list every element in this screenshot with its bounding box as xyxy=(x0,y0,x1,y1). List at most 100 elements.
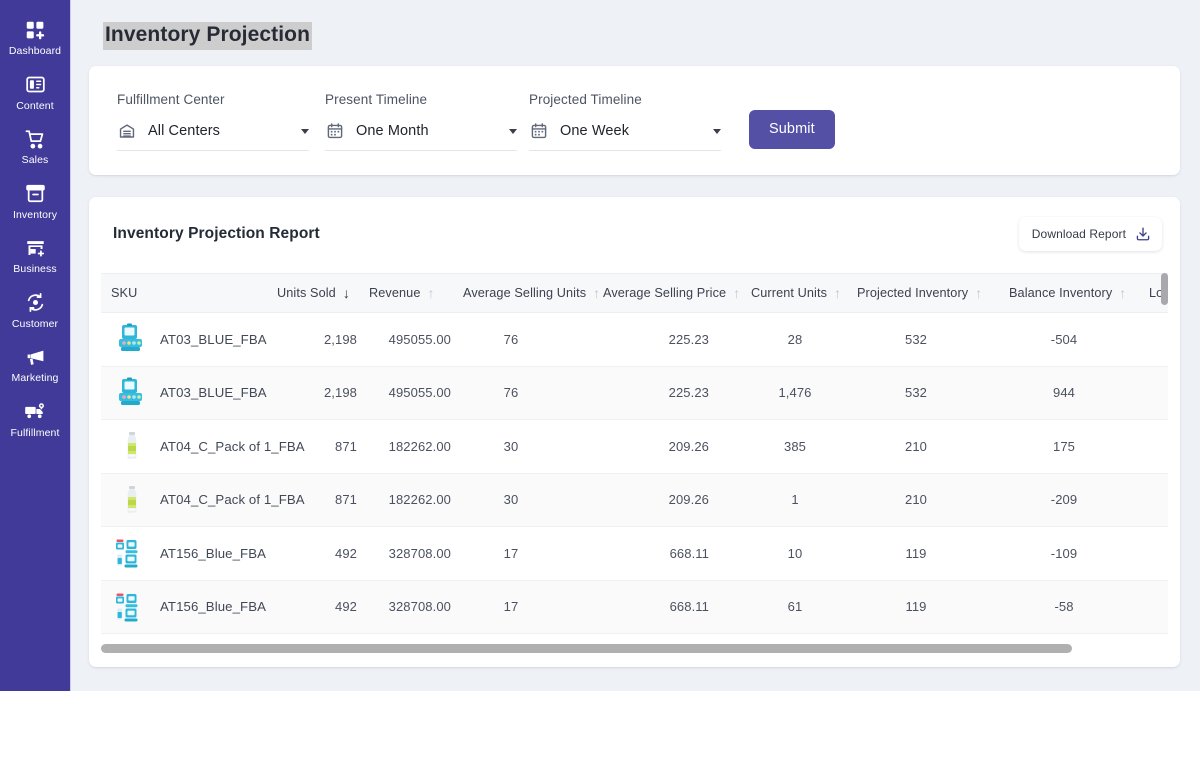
blue-toolkit-thumb xyxy=(115,322,149,356)
sort-asc-icon: ↑ xyxy=(593,286,600,300)
cell-avg-selling-price: 668.11 xyxy=(603,527,751,581)
sidebar-item-label: Dashboard xyxy=(9,46,61,57)
projected-timeline-value: One Week xyxy=(560,123,629,139)
table-scroll-container: SKU Units Sold ↓ Revenue ↑ Average Selling… xyxy=(101,273,1168,634)
cell-revenue: 495055.00 xyxy=(369,313,463,367)
sidebar-item-fulfillment[interactable]: Fulfillment xyxy=(0,392,71,447)
fulfillment-center-label: Fulfillment Center xyxy=(117,92,309,107)
sidebar-item-label: Marketing xyxy=(11,373,58,384)
table-head: SKU Units Sold ↓ Revenue ↑ Average Selling… xyxy=(101,274,1168,313)
fulfillment-center-value: All Centers xyxy=(148,123,220,139)
column-header-units-sold[interactable]: Units Sold ↓ xyxy=(277,274,369,313)
bottle-thumb xyxy=(115,429,149,463)
sort-asc-icon: ↑ xyxy=(834,286,841,300)
download-report-button[interactable]: Download Report xyxy=(1019,217,1162,251)
sku-label: AT156_Blue_FBA xyxy=(160,599,266,614)
cell-projected-inventory: 532 xyxy=(857,313,1009,367)
sidebar-item-business[interactable]: Business xyxy=(0,228,71,283)
fulfillment-center-field: Fulfillment Center All Centers xyxy=(117,92,309,151)
sort-desc-icon: ↓ xyxy=(343,286,350,300)
column-label: Units Sold xyxy=(277,286,336,300)
cell-truncated xyxy=(1149,580,1168,634)
chevron-down-icon xyxy=(713,129,721,134)
table-row[interactable]: AT03_BLUE_FBA 2,198 495055.00 76 225.23 … xyxy=(101,366,1168,420)
cell-avg-selling-price: 668.11 xyxy=(603,580,751,634)
sidebar-item-dashboard[interactable]: Dashboard xyxy=(0,10,71,65)
cell-balance-inventory: -504 xyxy=(1009,313,1149,367)
cell-balance-inventory: 175 xyxy=(1009,420,1149,474)
sku-label: AT03_BLUE_FBA xyxy=(160,385,267,400)
cell-current-units: 385 xyxy=(751,420,857,474)
chevron-down-icon xyxy=(509,129,517,134)
cell-sku: AT04_C_Pack of 1_FBA xyxy=(101,473,277,527)
column-header-sku[interactable]: SKU xyxy=(101,274,277,313)
inventory-box-icon xyxy=(24,183,46,205)
megaphone-icon xyxy=(24,346,46,368)
cell-avg-selling-price: 209.26 xyxy=(603,420,751,474)
column-header-average-selling-units[interactable]: Average Selling Units↑ xyxy=(463,274,603,313)
page-title-container: Inventory Projection xyxy=(89,0,1180,66)
horizontal-scrollbar-track[interactable] xyxy=(101,644,1168,653)
cell-current-units: 1 xyxy=(751,473,857,527)
fulfillment-center-select[interactable]: All Centers xyxy=(117,121,309,151)
report-title: Inventory Projection Report xyxy=(113,225,320,243)
app-root: Dashboard Content xyxy=(0,0,1200,691)
cell-projected-inventory: 532 xyxy=(857,366,1009,420)
sku-label: AT156_Blue_FBA xyxy=(160,546,266,561)
customer-refresh-icon xyxy=(24,292,46,314)
column-label: Revenue xyxy=(369,286,421,300)
cell-projected-inventory: 119 xyxy=(857,527,1009,581)
sidebar-item-customer[interactable]: Customer xyxy=(0,283,71,338)
cell-avg-selling-price: 225.23 xyxy=(603,313,751,367)
cell-truncated xyxy=(1149,313,1168,367)
column-header-current-units[interactable]: Current Units ↑ xyxy=(751,274,857,313)
column-label: Projected Inventory xyxy=(857,286,968,300)
submit-button[interactable]: Submit xyxy=(749,110,835,149)
warehouse-icon xyxy=(117,121,137,141)
column-label: Balance Inventory xyxy=(1009,286,1112,300)
table-row[interactable]: AT156_Blue_FBA 492 328708.00 17 668.11 6… xyxy=(101,580,1168,634)
cell-current-units: 61 xyxy=(751,580,857,634)
present-timeline-label: Present Timeline xyxy=(325,92,517,107)
sidebar-item-label: Content xyxy=(16,101,53,112)
column-header-average-selling-price[interactable]: Average Selling Price↑ xyxy=(603,274,751,313)
page-title: Inventory Projection xyxy=(103,22,312,50)
column-header-revenue[interactable]: Revenue ↑ xyxy=(369,274,463,313)
cell-truncated xyxy=(1149,473,1168,527)
table-row[interactable]: AT156_Blue_FBA 492 328708.00 17 668.11 1… xyxy=(101,527,1168,581)
dashboard-grid-plus-icon xyxy=(24,19,46,41)
sidebar-item-marketing[interactable]: Marketing xyxy=(0,337,71,392)
delivery-truck-icon xyxy=(24,401,46,423)
kit-group-thumb xyxy=(115,536,149,570)
report-panel: Inventory Projection Report Download Rep… xyxy=(89,197,1180,667)
cell-projected-inventory: 210 xyxy=(857,473,1009,527)
column-label: Current Units xyxy=(751,286,827,300)
sku-label: AT03_BLUE_FBA xyxy=(160,332,267,347)
table-row[interactable]: AT03_BLUE_FBA 2,198 495055.00 76 225.23 … xyxy=(101,313,1168,367)
sidebar-item-inventory[interactable]: Inventory xyxy=(0,174,71,229)
horizontal-scrollbar[interactable] xyxy=(101,644,1072,653)
main-content: Inventory Projection Fulfillment Center … xyxy=(71,0,1200,691)
projected-timeline-field: Projected Timeline One Week xyxy=(529,92,721,151)
kit-group-thumb xyxy=(115,590,149,624)
cell-revenue: 328708.00 xyxy=(369,527,463,581)
sidebar-item-label: Fulfillment xyxy=(11,428,60,439)
cell-sku: AT04_C_Pack of 1_FBA xyxy=(101,420,277,474)
projected-timeline-select[interactable]: One Week xyxy=(529,121,721,151)
table-row[interactable]: AT04_C_Pack of 1_FBA 871 182262.00 30 20… xyxy=(101,420,1168,474)
cell-avg-selling-units: 30 xyxy=(463,420,603,474)
cell-units-sold: 492 xyxy=(277,527,369,581)
download-report-label: Download Report xyxy=(1032,227,1126,241)
vertical-scrollbar[interactable] xyxy=(1161,273,1168,305)
column-header-projected-inventory[interactable]: Projected Inventory↑ xyxy=(857,274,1009,313)
inventory-projection-table: SKU Units Sold ↓ Revenue ↑ Average Selling… xyxy=(101,273,1168,634)
content-layout-icon xyxy=(24,74,46,96)
sort-asc-icon: ↑ xyxy=(428,286,435,300)
sidebar-item-sales[interactable]: Sales xyxy=(0,119,71,174)
sidebar-item-content[interactable]: Content xyxy=(0,65,71,120)
cell-projected-inventory: 210 xyxy=(857,420,1009,474)
present-timeline-select[interactable]: One Month xyxy=(325,121,517,151)
table-row[interactable]: AT04_C_Pack of 1_FBA 871 182262.00 30 20… xyxy=(101,473,1168,527)
column-header-balance-inventory[interactable]: Balance Inventory↑ xyxy=(1009,274,1149,313)
sidebar-item-label: Business xyxy=(13,264,56,275)
